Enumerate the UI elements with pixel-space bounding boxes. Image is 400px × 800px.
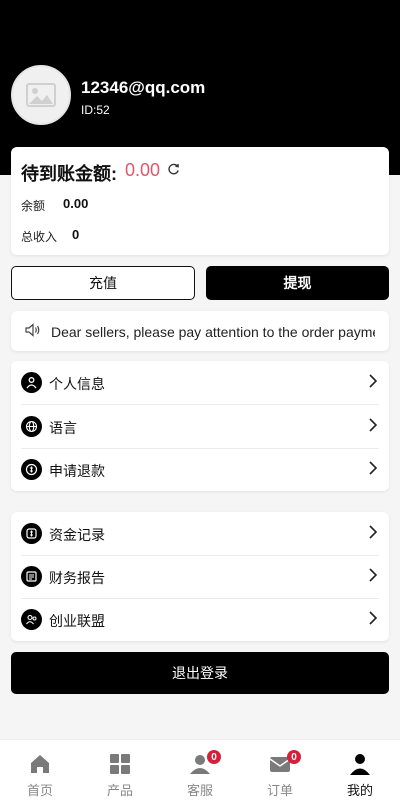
balance-value: 0.00 — [63, 196, 89, 211]
chevron-right-icon — [369, 418, 377, 432]
report-icon — [21, 566, 42, 587]
tab-support[interactable]: 0 客服 — [160, 740, 240, 800]
menu-group-finance: 资金记录 财务报告 创业联盟 — [11, 512, 389, 641]
chevron-right-icon — [369, 525, 377, 539]
menu-item-alliance[interactable]: 创业联盟 — [11, 598, 389, 641]
profile-icon — [350, 754, 370, 775]
refresh-icon[interactable] — [167, 163, 180, 176]
notice-bar[interactable]: Dear sellers, please pay attention to th… — [11, 311, 389, 351]
bottom-tab-bar: 首页 产品 0 客服 0 订单 我的 — [0, 739, 400, 800]
tab-orders[interactable]: 0 订单 — [240, 740, 320, 800]
avatar[interactable] — [11, 65, 71, 125]
withdraw-button[interactable]: 提现 — [206, 266, 389, 300]
recharge-button[interactable]: 充值 — [11, 266, 195, 300]
menu-item-label: 创业联盟 — [49, 613, 105, 629]
home-icon — [31, 755, 49, 773]
balance-label: 余额 — [21, 199, 46, 213]
menu-item-financial-report[interactable]: 财务报告 — [11, 555, 389, 598]
tab-mine[interactable]: 我的 — [320, 740, 400, 800]
notice-text: Dear sellers, please pay attention to th… — [51, 324, 375, 340]
refund-icon — [21, 459, 42, 480]
logout-button[interactable]: 退出登录 — [11, 652, 389, 694]
menu-group-account: 个人信息 语言 申请退款 — [11, 361, 389, 491]
grid-icon — [110, 754, 130, 774]
chevron-right-icon — [369, 568, 377, 582]
total-income-value: 0 — [72, 227, 80, 242]
tab-label: 产品 — [106, 783, 133, 798]
menu-item-personal-info[interactable]: 个人信息 — [11, 361, 389, 404]
chevron-right-icon — [369, 461, 377, 475]
tab-label: 首页 — [26, 783, 53, 798]
tab-label: 订单 — [266, 783, 293, 798]
image-placeholder-icon — [26, 83, 56, 107]
support-badge: 0 — [207, 750, 221, 764]
balance-card: 待到账金额: 0.00 余额 0.00 总收入 0 — [11, 147, 389, 255]
menu-item-label: 资金记录 — [49, 527, 105, 543]
chevron-right-icon — [369, 611, 377, 625]
tab-label: 客服 — [186, 783, 213, 798]
speaker-icon — [25, 323, 40, 337]
tab-label: 我的 — [346, 783, 373, 798]
menu-item-label: 个人信息 — [49, 376, 105, 392]
user-icon — [21, 372, 42, 393]
menu-item-label: 财务报告 — [49, 570, 105, 586]
money-record-icon — [21, 523, 42, 544]
tab-products[interactable]: 产品 — [80, 740, 160, 800]
menu-item-label: 申请退款 — [49, 463, 105, 479]
user-email: 12346@qq.com — [81, 78, 206, 97]
chevron-right-icon — [369, 374, 377, 388]
user-id: ID:52 — [81, 103, 110, 117]
globe-icon — [21, 416, 42, 437]
menu-item-language[interactable]: 语言 — [11, 405, 389, 448]
pending-amount-label: 待到账金额: — [21, 164, 117, 184]
menu-item-refund[interactable]: 申请退款 — [11, 448, 389, 491]
tab-home[interactable]: 首页 — [0, 740, 80, 800]
pending-amount-value: 0.00 — [125, 160, 161, 180]
orders-badge: 0 — [287, 750, 301, 764]
alliance-icon — [21, 609, 42, 630]
menu-item-fund-records[interactable]: 资金记录 — [11, 512, 389, 555]
total-income-label: 总收入 — [21, 230, 58, 244]
menu-item-label: 语言 — [49, 420, 77, 436]
